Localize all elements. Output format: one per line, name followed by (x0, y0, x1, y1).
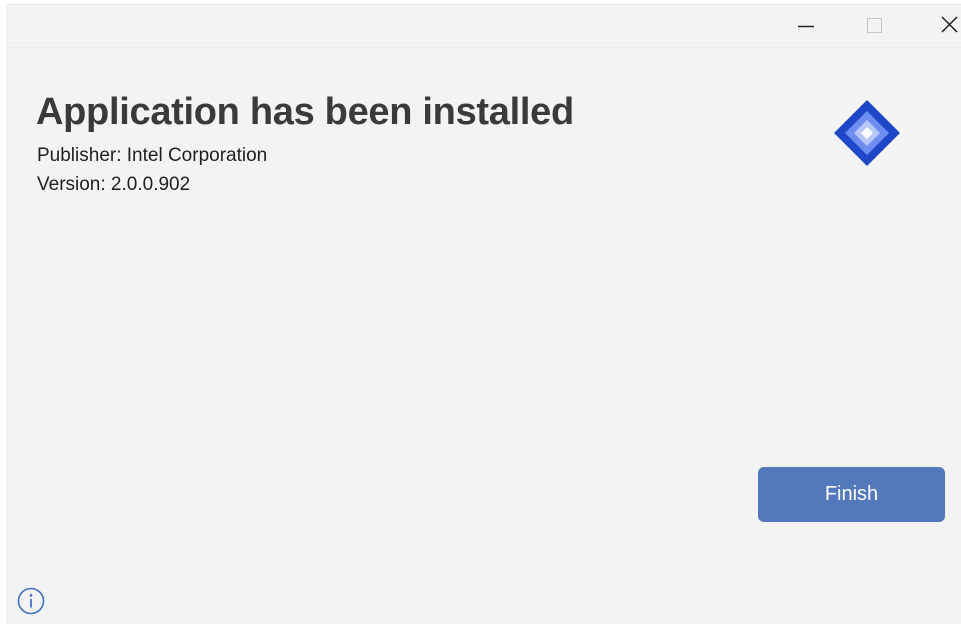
info-icon (17, 587, 45, 615)
finish-button[interactable]: Finish (758, 467, 945, 522)
title-bar (6, 5, 961, 48)
page-title: Application has been installed (36, 91, 574, 133)
info-button[interactable] (16, 586, 46, 616)
diamond-app-logo-icon (834, 100, 900, 166)
minimize-button[interactable] (776, 5, 836, 47)
maximize-icon (867, 18, 882, 33)
installer-window: Application has been installed Publisher… (6, 4, 961, 624)
close-button[interactable] (912, 5, 961, 47)
maximize-button[interactable] (844, 5, 904, 47)
version-text: Version: 2.0.0.902 (37, 174, 191, 195)
publisher-text: Publisher: Intel Corporation (37, 145, 268, 166)
minimize-icon (798, 25, 814, 28)
close-icon (941, 16, 958, 33)
